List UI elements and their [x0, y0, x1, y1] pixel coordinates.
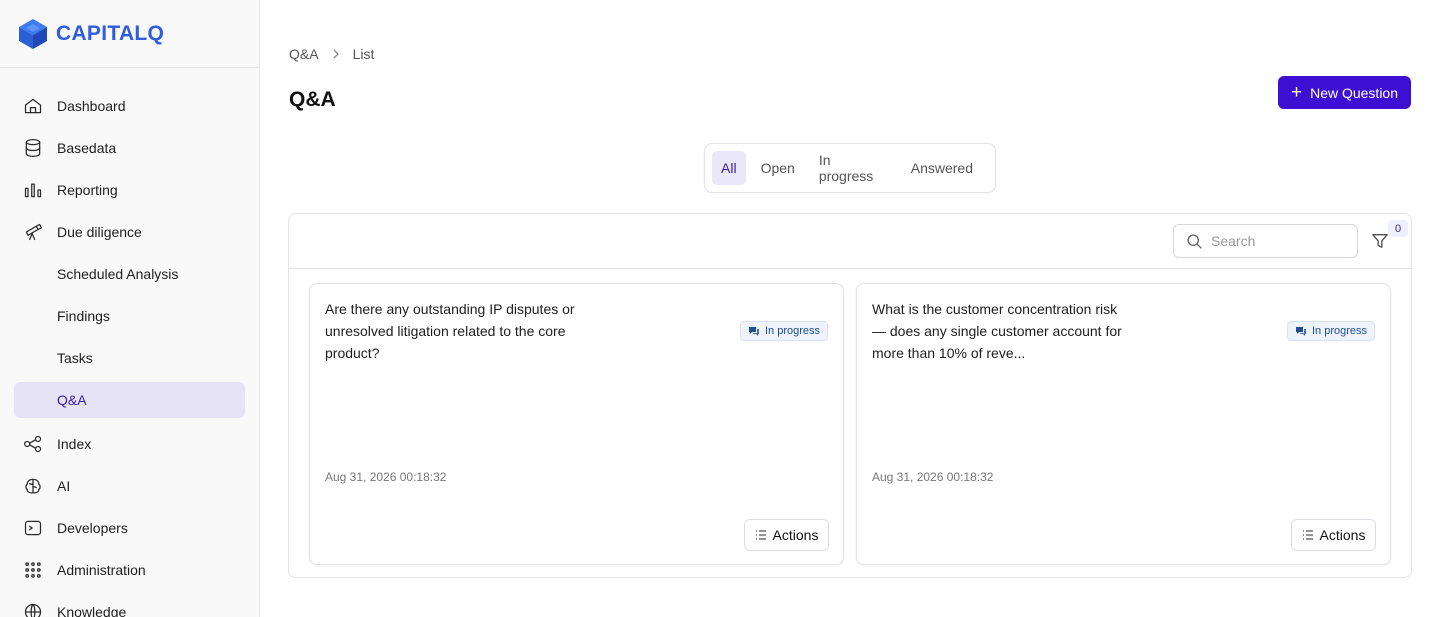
sidebar-item-developers[interactable]: Developers	[14, 510, 245, 546]
sidebar-item-label: Developers	[57, 520, 128, 536]
brain-icon	[22, 475, 44, 497]
plus-icon: +	[1290, 82, 1303, 103]
home-icon	[22, 95, 44, 117]
status-label: In progress	[764, 325, 820, 337]
sidebar-item-reporting[interactable]: Reporting	[14, 172, 245, 208]
actions-button[interactable]: Actions	[744, 519, 829, 551]
list-icon	[755, 530, 766, 540]
question-text: What is the customer concentration risk …	[872, 301, 1122, 361]
tab-in-progress[interactable]: In progress	[810, 151, 896, 185]
sidebar-item-label: Due diligence	[57, 224, 142, 240]
chevron-right-icon	[331, 48, 341, 60]
sidebar-item-label: Scheduled Analysis	[57, 266, 179, 282]
sidebar-item-ai[interactable]: AI	[14, 468, 245, 504]
tab-all[interactable]: All	[712, 151, 746, 185]
chat-bubble-icon	[1295, 327, 1306, 336]
status-tabs: All Open In progress Answered	[704, 143, 996, 193]
cube-logo-icon	[19, 18, 47, 49]
panel-toolbar: 0	[289, 214, 1411, 269]
telescope-icon	[22, 221, 44, 243]
sidebar-item-label: Findings	[57, 308, 110, 324]
new-question-label: New Question	[1310, 84, 1399, 101]
database-icon	[22, 137, 44, 159]
actions-label: Actions	[772, 527, 819, 543]
actions-label: Actions	[1319, 527, 1366, 543]
question-card[interactable]: What is the customer concentration risk …	[856, 283, 1391, 565]
sidebar-item-label: Q&A	[57, 392, 87, 408]
terminal-icon	[22, 517, 44, 539]
status-badge: In progress	[739, 321, 828, 341]
sidebar-item-label: AI	[57, 478, 71, 494]
tab-open[interactable]: Open	[752, 151, 804, 185]
question-timestamp: Aug 31, 2026 00:18:32	[872, 470, 994, 484]
sidebar-nav: Dashboard Basedata Reporting Due diligen…	[0, 68, 259, 617]
sidebar-item-label: Dashboard	[57, 98, 126, 114]
list-icon	[1302, 530, 1313, 540]
sidebar-item-dashboard[interactable]: Dashboard	[14, 88, 245, 124]
sidebar-item-index[interactable]: Index	[14, 426, 245, 462]
search-icon	[1187, 233, 1202, 249]
question-text: Are there any outstanding IP disputes or…	[325, 301, 575, 361]
sidebar-item-label: Tasks	[57, 350, 93, 366]
globe-icon	[22, 601, 44, 617]
question-timestamp: Aug 31, 2026 00:18:32	[325, 470, 447, 484]
sidebar-item-scheduled-analysis[interactable]: Scheduled Analysis	[14, 256, 245, 292]
logo[interactable]: CAPITALQ	[0, 0, 259, 68]
actions-button[interactable]: Actions	[1291, 519, 1376, 551]
sidebar-item-findings[interactable]: Findings	[14, 298, 245, 334]
sidebar-item-label: Index	[57, 436, 92, 452]
brand-name: CAPITALQ	[56, 21, 165, 45]
main-content: Q&A List Q&A + New Question All Open In …	[260, 0, 1440, 617]
sidebar-item-administration[interactable]: Administration	[14, 552, 245, 588]
status-label: In progress	[1311, 325, 1367, 337]
sidebar-item-qa[interactable]: Q&A	[14, 382, 245, 418]
page-title: Q&A	[289, 88, 336, 111]
sidebar-item-tasks[interactable]: Tasks	[14, 340, 245, 376]
sidebar-item-basedata[interactable]: Basedata	[14, 130, 245, 166]
search-box[interactable]	[1173, 224, 1358, 258]
bar-chart-icon	[22, 179, 44, 201]
questions-panel: 0 Are there any outstanding IP disputes …	[288, 213, 1412, 578]
share-nodes-icon	[22, 433, 44, 455]
sidebar-item-label: Knowledge	[57, 604, 127, 617]
question-card[interactable]: Are there any outstanding IP disputes or…	[309, 283, 844, 565]
breadcrumb-root[interactable]: Q&A	[289, 46, 319, 62]
sidebar-item-label: Administration	[57, 562, 146, 578]
breadcrumb: Q&A List	[289, 46, 374, 62]
new-question-button[interactable]: + New Question	[1278, 76, 1411, 109]
grid-dots-icon	[22, 559, 44, 581]
status-badge: In progress	[1286, 321, 1375, 341]
sidebar-item-label: Basedata	[57, 140, 117, 156]
breadcrumb-current: List	[352, 46, 375, 62]
chat-bubble-icon	[748, 327, 759, 336]
sidebar-item-knowledge[interactable]: Knowledge	[14, 594, 245, 617]
sidebar-item-label: Reporting	[57, 182, 118, 198]
search-input[interactable]	[1211, 233, 1351, 249]
sidebar: CAPITALQ Dashboard Basedata Reporting Du…	[0, 0, 260, 617]
tab-answered[interactable]: Answered	[902, 151, 982, 185]
filter-count-badge: 0	[1388, 220, 1408, 237]
filter-icon	[1372, 234, 1388, 248]
sidebar-item-due-diligence[interactable]: Due diligence	[14, 214, 245, 250]
